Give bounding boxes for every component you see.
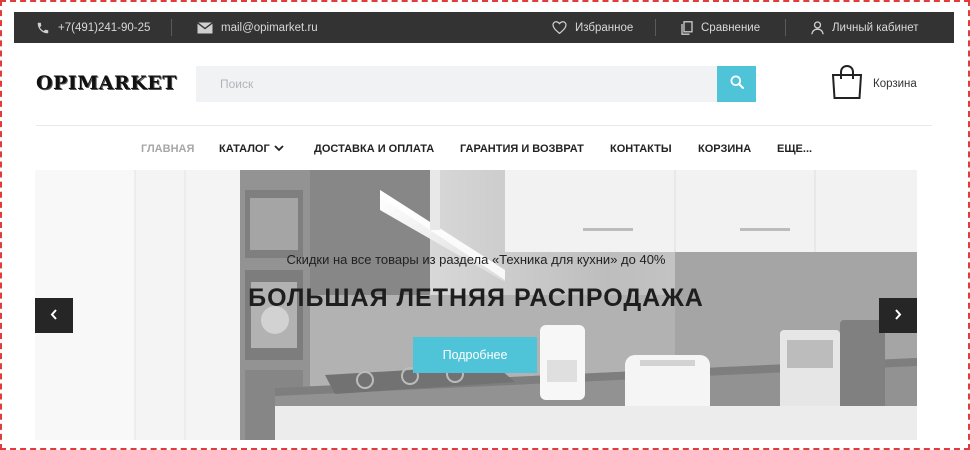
search-icon [730, 75, 744, 94]
compare-label: Сравнение [701, 21, 761, 34]
search-input[interactable] [196, 66, 717, 102]
nav-item-home[interactable]: ГЛАВНАЯ [141, 143, 194, 155]
nav-item-warranty[interactable]: ГАРАНТИЯ И ВОЗВРАТ [460, 143, 584, 155]
header-divider [36, 125, 932, 126]
phone-link[interactable]: +7(491)241-90-25 [36, 12, 150, 43]
main-nav: ГЛАВНАЯ КАТАЛОГ ДОСТАВКА И ОПЛАТА ГАРАНТ… [14, 143, 954, 157]
nav-item-label: ЕЩЕ... [777, 143, 813, 155]
nav-item-label: ДОСТАВКА И ОПЛАТА [314, 143, 435, 155]
user-icon [811, 20, 824, 35]
phone-number: +7(491)241-90-25 [58, 21, 151, 34]
chevron-right-icon [894, 307, 902, 325]
site-logo[interactable]: OPIMARKET [36, 72, 177, 94]
email-link[interactable]: mail@opimarket.ru [197, 12, 318, 43]
topbar-divider [171, 19, 172, 36]
nav-item-label: КОНТАКТЫ [610, 143, 672, 155]
nav-item-label: КОРЗИНА [698, 143, 752, 155]
nav-item-contacts[interactable]: КОНТАКТЫ [610, 143, 672, 155]
hero-slider: Скидки на все товары из раздела «Техника… [35, 170, 917, 440]
account-label: Личный кабинет [832, 21, 919, 34]
compare-icon [681, 20, 693, 35]
favorites-link[interactable]: Избранное [552, 12, 633, 43]
search-bar [196, 66, 756, 102]
nav-item-label: КАТАЛОГ [219, 143, 270, 155]
cart-label: Корзина [873, 77, 917, 90]
nav-item-delivery[interactable]: ДОСТАВКА И ОПЛАТА [314, 143, 434, 155]
nav-item-label: ГЛАВНАЯ [141, 143, 195, 155]
nav-item-label: ГАРАНТИЯ И ВОЗВРАТ [460, 143, 584, 155]
details-button[interactable]: Подробнее [413, 337, 537, 373]
chevron-left-icon [50, 307, 58, 325]
topbar-divider [655, 19, 656, 36]
nav-item-more[interactable]: ЕЩЕ... [777, 143, 812, 155]
banner-subtitle: Скидки на все товары из раздела «Техника… [286, 252, 666, 267]
phone-icon [36, 21, 50, 35]
top-bar: +7(491)241-90-25 mail@opimarket.ru Избра… [14, 12, 954, 43]
slider-prev-button[interactable] [35, 298, 73, 333]
compare-link[interactable]: Сравнение [681, 12, 760, 43]
nav-item-cart[interactable]: КОРЗИНА [698, 143, 751, 155]
topbar-divider [785, 19, 786, 36]
slider-next-button[interactable] [879, 298, 917, 333]
shopping-bag-icon [830, 64, 864, 103]
account-link[interactable]: Личный кабинет [811, 12, 919, 43]
cart-link[interactable]: Корзина [830, 64, 917, 103]
banner-headline: БОЛЬШАЯ ЛЕТНЯЯ РАСПРОДАЖА [248, 284, 704, 312]
chevron-down-icon [274, 143, 284, 155]
envelope-icon [197, 21, 213, 34]
heart-icon [552, 21, 567, 34]
nav-item-catalog[interactable]: КАТАЛОГ [219, 143, 284, 155]
page: +7(491)241-90-25 mail@opimarket.ru Избра… [14, 12, 954, 440]
email-address: mail@opimarket.ru [221, 21, 318, 34]
favorites-label: Избранное [575, 21, 634, 34]
search-button[interactable] [717, 66, 756, 102]
